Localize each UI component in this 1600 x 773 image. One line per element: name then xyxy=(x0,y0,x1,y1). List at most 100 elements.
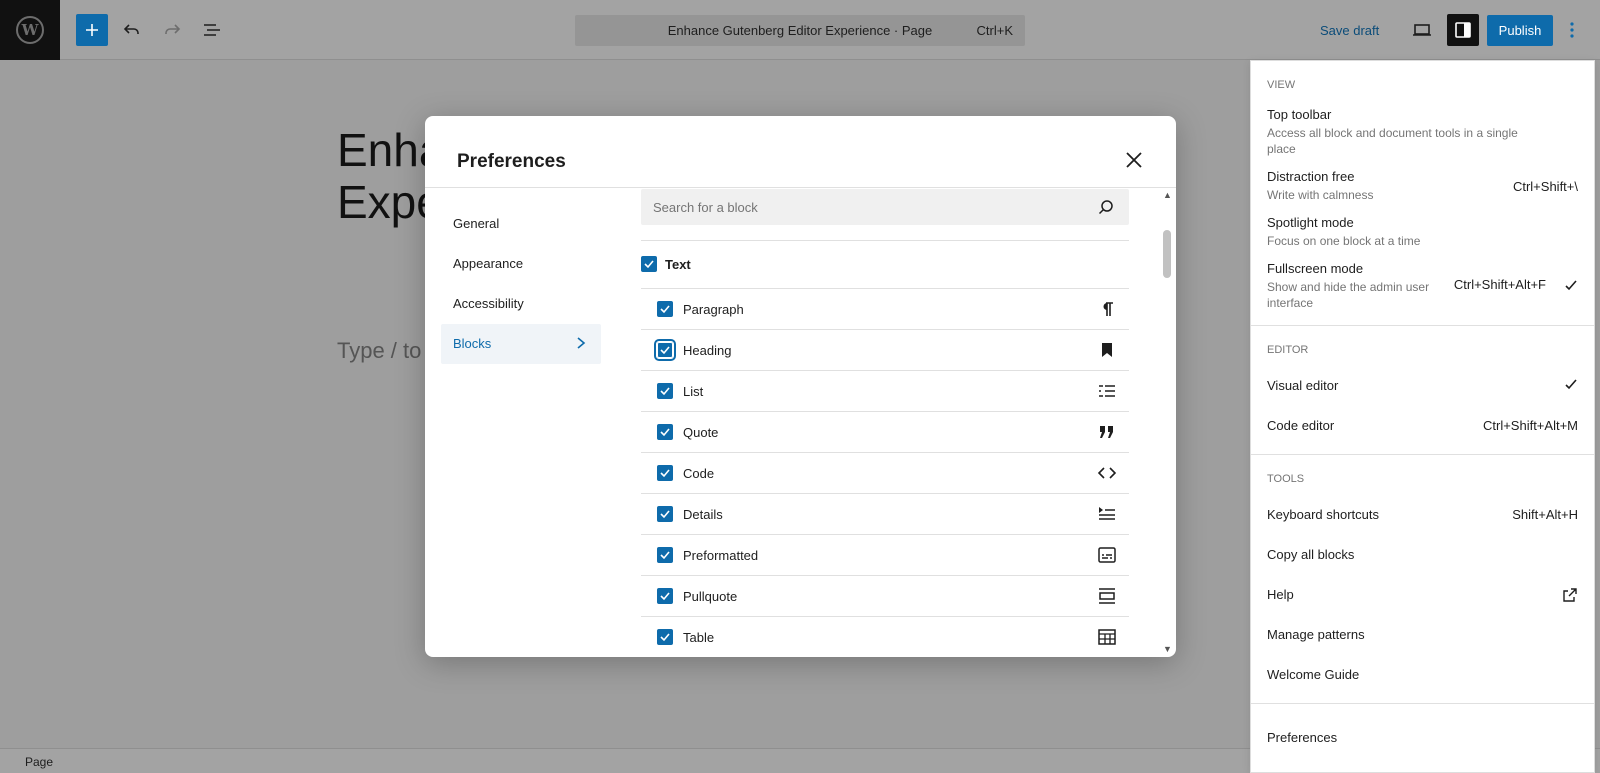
scroll-down-arrow-icon[interactable]: ▼ xyxy=(1163,644,1172,654)
nav-accessibility[interactable]: Accessibility xyxy=(441,284,601,324)
menu-shortcut: Ctrl+Shift+Alt+M xyxy=(1482,418,1578,433)
block-checkbox[interactable] xyxy=(657,588,673,604)
redo-icon xyxy=(165,24,181,34)
menu-keyboard-shortcuts[interactable]: Keyboard shortcuts Shift+Alt+H xyxy=(1251,495,1594,535)
group-title: View xyxy=(1267,79,1296,91)
checkmark-icon xyxy=(660,633,670,642)
menu-label: Manage patterns xyxy=(1267,627,1365,642)
undo-icon xyxy=(123,24,139,34)
heading-bookmark-icon xyxy=(1102,343,1112,357)
menu-label: Top toolbar xyxy=(1267,107,1332,122)
modal-scrollbar[interactable]: ▲ ▼ xyxy=(1162,190,1172,654)
menu-welcome-guide[interactable]: Welcome Guide xyxy=(1251,655,1594,695)
block-label: List xyxy=(683,383,704,399)
menu-shortcut: Shift+Alt+H xyxy=(1512,507,1578,522)
nav-general[interactable]: General xyxy=(441,204,601,244)
category-text-checkbox[interactable] xyxy=(641,256,657,272)
checkmark-icon xyxy=(660,592,670,601)
block-row-quote[interactable]: Quote xyxy=(641,412,1129,453)
menu-description: Show and hide the admin user interface xyxy=(1267,280,1430,310)
menu-code-editor[interactable]: Code editor Ctrl+Shift+Alt+M xyxy=(1251,406,1594,446)
preferences-nav: General Appearance Accessibility Blocks xyxy=(441,204,601,364)
settings-sidebar-button[interactable] xyxy=(1447,14,1479,46)
menu-label: Preferences xyxy=(1267,730,1338,745)
checkmark-icon xyxy=(660,346,670,355)
code-icon xyxy=(1097,467,1117,479)
block-row-pullquote[interactable]: Pullquote xyxy=(641,576,1129,617)
block-inserter-button[interactable] xyxy=(76,14,108,46)
redo-button[interactable] xyxy=(156,14,188,46)
menu-top-toolbar[interactable]: Top toolbar Access all block and documen… xyxy=(1251,101,1594,163)
details-icon xyxy=(1099,507,1115,520)
checkmark-icon xyxy=(660,387,670,396)
block-checkbox[interactable] xyxy=(657,383,673,399)
block-checkbox[interactable] xyxy=(657,506,673,522)
block-row-heading[interactable]: Heading xyxy=(641,330,1129,371)
checkmark-icon xyxy=(660,469,670,478)
command-palette-bar[interactable]: Enhance Gutenberg Editor Experience · Pa… xyxy=(575,15,1025,46)
document-overview-button[interactable] xyxy=(196,14,228,46)
menu-label: Code editor xyxy=(1267,418,1335,433)
plus-icon xyxy=(86,24,98,36)
menu-spotlight-mode[interactable]: Spotlight mode Focus on one block at a t… xyxy=(1251,209,1594,255)
publish-button[interactable]: Publish xyxy=(1487,15,1553,46)
nav-blocks-label: Blocks xyxy=(453,336,492,351)
blocks-pane: Search for a block Text Paragraph Headin… xyxy=(641,188,1131,657)
close-modal-button[interactable] xyxy=(1122,148,1146,172)
block-checkbox[interactable] xyxy=(657,629,673,645)
divider xyxy=(641,240,1129,241)
block-search-input[interactable]: Search for a block xyxy=(641,189,1129,225)
checkmark-icon xyxy=(660,551,670,560)
menu-label: Copy all blocks xyxy=(1267,547,1355,562)
menu-copy-all-blocks[interactable]: Copy all blocks xyxy=(1251,535,1594,575)
search-icon xyxy=(1098,200,1113,215)
nav-blocks[interactable]: Blocks xyxy=(441,324,601,364)
preview-button[interactable] xyxy=(1406,14,1438,46)
block-label: Pullquote xyxy=(683,588,738,604)
category-text-label: Text xyxy=(665,256,691,272)
block-placeholder[interactable]: Type / to xyxy=(337,338,421,364)
group-title: Editor xyxy=(1267,344,1309,356)
menu-shortcut: Ctrl+Shift+Alt+F xyxy=(1453,277,1546,292)
block-checkbox[interactable] xyxy=(657,301,673,317)
block-row-preformatted[interactable]: Preformatted xyxy=(641,535,1129,576)
menu-help[interactable]: Help xyxy=(1251,575,1594,615)
nav-appearance[interactable]: Appearance xyxy=(441,244,601,284)
modal-header: Preferences xyxy=(425,116,1176,188)
breadcrumb-page[interactable]: Page xyxy=(25,755,53,769)
undo-button[interactable] xyxy=(116,14,148,46)
block-checkbox[interactable] xyxy=(657,547,673,563)
options-menu-button[interactable] xyxy=(1560,14,1584,46)
wordpress-icon: W xyxy=(16,16,44,44)
group-title: Tools xyxy=(1267,473,1305,485)
block-list: Paragraph Heading List Quote Code Detail… xyxy=(641,289,1129,657)
command-shortcut: Ctrl+K xyxy=(976,23,1013,38)
menu-label: Keyboard shortcuts xyxy=(1267,507,1380,522)
menu-preferences[interactable]: Preferences xyxy=(1251,718,1594,758)
block-checkbox[interactable] xyxy=(657,424,673,440)
block-checkbox[interactable] xyxy=(654,339,676,361)
menu-visual-editor[interactable]: Visual editor xyxy=(1251,366,1594,406)
wordpress-logo-button[interactable]: W xyxy=(0,0,60,60)
menu-description: Write with calmness xyxy=(1267,188,1374,202)
block-label: Details xyxy=(683,506,723,522)
scroll-up-arrow-icon[interactable]: ▲ xyxy=(1163,190,1172,200)
view-group: View Top toolbar Access all block and do… xyxy=(1251,61,1594,326)
scrollbar-thumb[interactable] xyxy=(1163,230,1171,278)
block-row-list[interactable]: List xyxy=(641,371,1129,412)
checkmark-icon xyxy=(660,428,670,437)
menu-fullscreen-mode[interactable]: Fullscreen mode Show and hide the admin … xyxy=(1251,255,1594,317)
pullquote-icon xyxy=(1099,588,1115,604)
block-row-table[interactable]: Table xyxy=(641,617,1129,657)
block-row-details[interactable]: Details xyxy=(641,494,1129,535)
block-row-code[interactable]: Code xyxy=(641,453,1129,494)
save-draft-button[interactable]: Save draft xyxy=(1320,23,1379,38)
menu-manage-patterns[interactable]: Manage patterns xyxy=(1251,615,1594,655)
menu-label: Help xyxy=(1267,587,1294,602)
block-checkbox[interactable] xyxy=(657,465,673,481)
block-label: Code xyxy=(683,465,715,481)
chevron-right-icon xyxy=(577,337,586,349)
block-row-paragraph[interactable]: Paragraph xyxy=(641,289,1129,330)
paragraph-icon xyxy=(1103,302,1113,316)
menu-distraction-free[interactable]: Distraction free Write with calmness Ctr… xyxy=(1251,163,1594,209)
